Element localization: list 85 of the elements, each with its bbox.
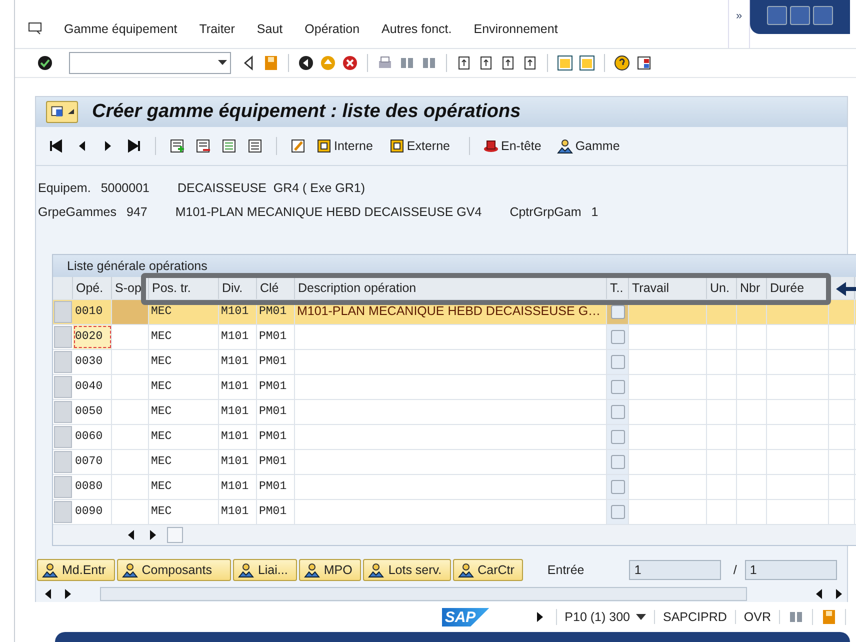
detail-button[interactable]: Lots serv. xyxy=(363,559,451,581)
help-icon[interactable] xyxy=(614,55,630,71)
server-name: SAPCIPRD xyxy=(655,610,736,624)
exit-icon[interactable] xyxy=(320,55,336,71)
detail-button[interactable]: MPO xyxy=(298,559,362,581)
edit-icon[interactable] xyxy=(290,138,306,154)
table-row[interactable]: 0020 MEC M101 PM01 xyxy=(53,324,856,349)
menu-item[interactable]: Gamme équipement xyxy=(53,22,188,36)
detail-button[interactable]: Md.Entr xyxy=(37,559,115,581)
column-scroll-handle[interactable] xyxy=(167,527,183,543)
checkbox[interactable] xyxy=(610,305,624,319)
pointer-arrow xyxy=(836,281,856,297)
checkbox[interactable] xyxy=(610,330,624,344)
person-icon xyxy=(42,562,58,578)
checkbox[interactable] xyxy=(610,505,624,519)
scrollbar[interactable] xyxy=(100,587,747,601)
person-icon xyxy=(557,138,574,154)
table-row[interactable]: 0040 MEC M101 PM01 xyxy=(53,374,856,399)
table-cell[interactable]: 0020 xyxy=(73,325,112,349)
table-row[interactable]: 0080 MEC M101 PM01 xyxy=(53,474,856,499)
total-field: 1 xyxy=(744,560,837,580)
field-label: Entrée xyxy=(547,563,586,577)
close-button[interactable] xyxy=(813,6,833,25)
back-icon[interactable] xyxy=(298,55,314,71)
field-value: 947 xyxy=(126,205,148,219)
first-icon[interactable] xyxy=(48,138,64,154)
checkbox[interactable] xyxy=(610,355,624,369)
checkbox[interactable] xyxy=(610,430,624,444)
checkbox[interactable] xyxy=(610,455,624,469)
dropdown-caret-icon xyxy=(636,614,646,620)
toolbar-button[interactable]: Gamme xyxy=(557,138,626,154)
last-icon[interactable] xyxy=(126,138,142,154)
logo: SAP xyxy=(442,608,490,626)
field-label: Equipem. xyxy=(38,181,91,195)
field-value: M101-PLAN MECANIQUE HEBD DECAISSEUSE GV4 xyxy=(175,205,482,219)
field-value: DECAISSEUSE GR4 ( Exe GR1) xyxy=(177,181,366,195)
entry-field[interactable]: 1 xyxy=(629,560,722,580)
table-row[interactable]: 0060 MEC M101 PM01 xyxy=(53,424,856,449)
separator-text: / xyxy=(733,563,737,577)
checkbox[interactable] xyxy=(610,380,624,394)
insert-row-icon[interactable] xyxy=(169,138,185,154)
minimize-button[interactable] xyxy=(767,6,787,25)
save-icon[interactable] xyxy=(263,55,279,71)
checkbox[interactable] xyxy=(610,480,624,494)
command-field[interactable] xyxy=(69,52,231,74)
screen-title: Créer gamme équipement : liste des opérations xyxy=(92,101,521,123)
checkbox[interactable] xyxy=(610,405,624,419)
field-label: CptrGrpGam xyxy=(510,205,582,219)
table-row[interactable]: 0070 MEC M101 PM01 xyxy=(53,449,856,474)
confirm-icon[interactable] xyxy=(37,55,53,71)
person-icon xyxy=(458,562,474,578)
person-icon xyxy=(238,562,254,578)
menu-item[interactable]: Saut xyxy=(246,22,294,36)
toolbar-button[interactable]: En-tête xyxy=(483,138,548,154)
toolbar-button[interactable]: Externe xyxy=(388,138,456,154)
detail-button[interactable]: Liai... xyxy=(232,559,297,581)
toolbar-button[interactable]: Interne xyxy=(316,138,379,154)
dropdown-caret-icon[interactable] xyxy=(216,59,230,67)
menu-item[interactable]: Traiter xyxy=(188,22,246,36)
menu-item[interactable]: Autres fonct. xyxy=(370,22,463,36)
print-icon[interactable] xyxy=(377,55,393,71)
cancel-icon[interactable] xyxy=(342,55,358,71)
person-icon xyxy=(368,562,384,578)
maximize-button[interactable] xyxy=(790,6,810,25)
layout-icon[interactable] xyxy=(636,55,652,71)
deselect-all-icon[interactable] xyxy=(247,138,263,154)
table-row[interactable]: 0050 MEC M101 PM01 xyxy=(53,399,856,424)
system-info[interactable]: P10 (1) 300 xyxy=(556,610,655,624)
hat-icon xyxy=(483,138,500,154)
field-value: 1 xyxy=(591,205,598,219)
detail-button[interactable]: Composants xyxy=(116,559,231,581)
field-value: 5000001 xyxy=(100,181,150,195)
delete-row-icon[interactable] xyxy=(195,138,211,154)
corner-caret-icon xyxy=(68,109,74,115)
field-label: GrpeGammes xyxy=(38,205,116,219)
table-row[interactable]: 0090 MEC M101 PM01 xyxy=(53,499,856,524)
menu-item[interactable]: Opération xyxy=(294,22,371,36)
person-icon xyxy=(304,562,320,578)
role-menu-button[interactable] xyxy=(46,101,78,123)
select-all-icon[interactable] xyxy=(221,138,237,154)
table-row[interactable]: 0030 MEC M101 PM01 xyxy=(53,349,856,374)
insert-mode[interactable]: OVR xyxy=(736,610,780,624)
detail-button[interactable]: CarCtr xyxy=(452,559,524,581)
menu-item[interactable]: Environnement xyxy=(462,22,569,36)
person-icon xyxy=(122,562,138,578)
